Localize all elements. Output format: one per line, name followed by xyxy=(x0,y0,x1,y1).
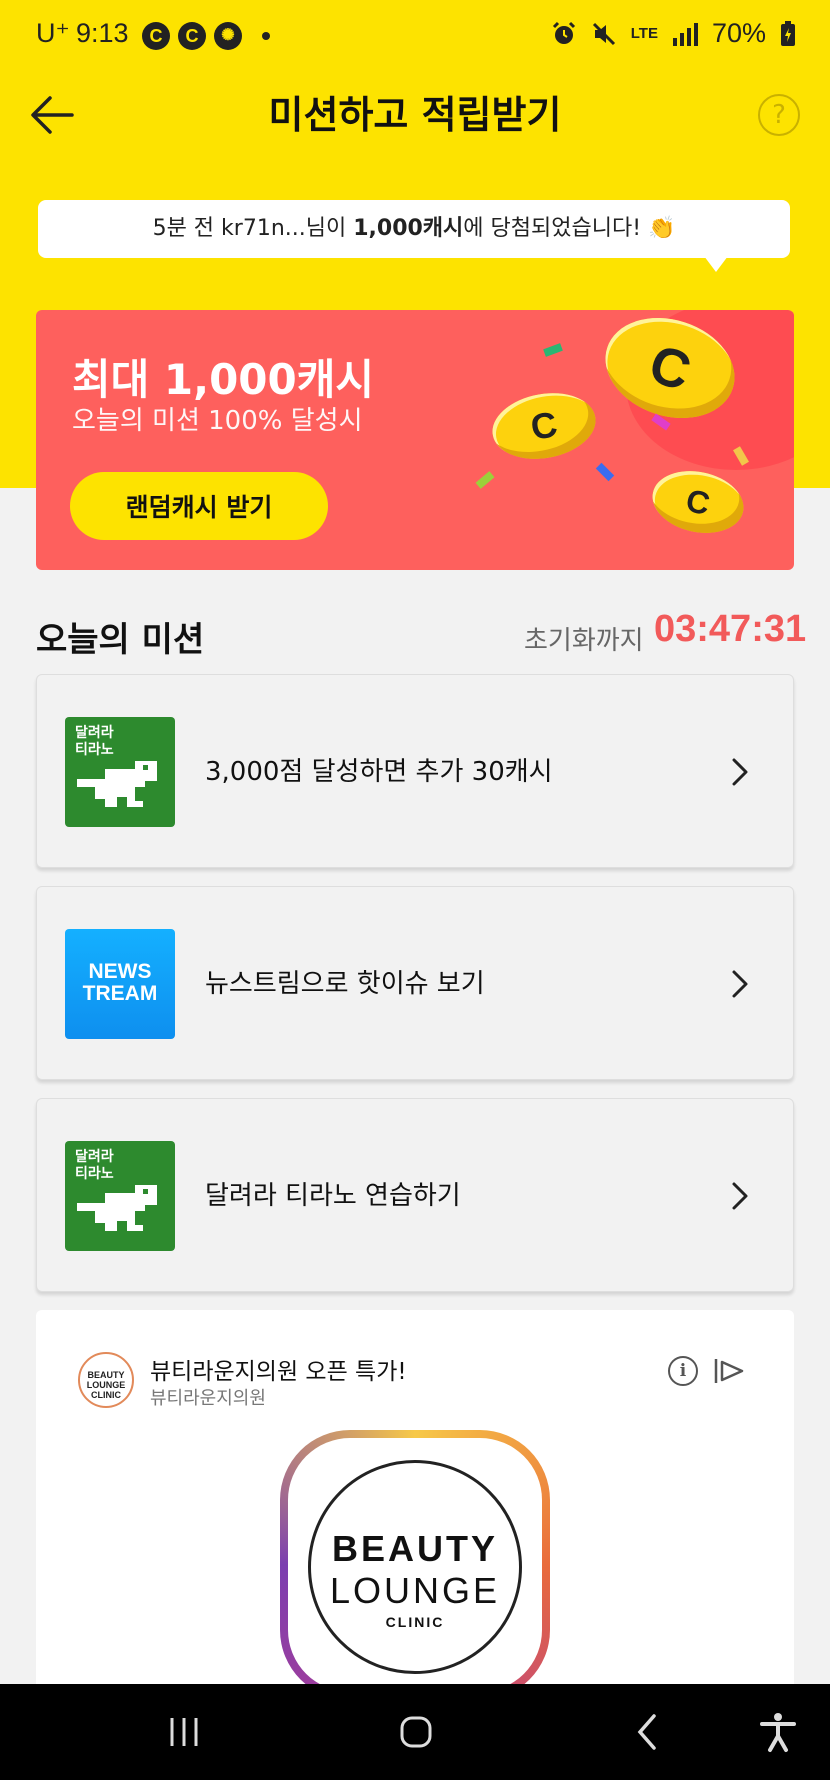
battery-percent: 70% xyxy=(711,18,766,48)
logo-line1: BEAUTY xyxy=(331,1528,498,1569)
accessibility-icon[interactable] xyxy=(756,1710,800,1754)
status-time: 9:13 xyxy=(76,18,129,48)
ad-choices-icon[interactable] xyxy=(712,1356,746,1386)
status-right: LTE 70% xyxy=(551,18,796,49)
aperture-icon: ✺ xyxy=(214,22,242,50)
winner-notice: 5분 전 kr71n...님이 1,000캐시에 당첨되었습니다! 👏 xyxy=(38,200,790,258)
logo-line3: CLINIC xyxy=(385,1614,445,1630)
dinosaur-icon xyxy=(77,761,157,807)
more-notifications-dot xyxy=(262,32,270,40)
ad-card[interactable]: BEAUTY LOUNGE CLINIC 뷰티라운지의원 오픈 특가! 뷰티라운… xyxy=(36,1310,794,1700)
advertiser-logo: BEAUTY LOUNGE CLINIC xyxy=(78,1352,134,1408)
confetti xyxy=(595,462,615,482)
ad-title: 뷰티라운지의원 오픈 특가! xyxy=(150,1359,407,1385)
promo-title: 최대 1,000캐시 xyxy=(72,355,375,404)
notification-c-icon: C xyxy=(178,22,206,50)
reset-timer: 03:47:31 xyxy=(654,608,807,650)
notice-suffix: 에 당첨되었습니다! 👏 xyxy=(463,216,676,241)
status-bar: U⁺ 9:13 C C ✺ LTE 70% xyxy=(0,0,830,72)
coin-icon: C xyxy=(646,463,750,541)
system-nav-bar xyxy=(0,1684,830,1780)
mission-card[interactable]: NEWS TREAM 뉴스트림으로 핫이슈 보기 xyxy=(36,886,794,1080)
coin-icon: C xyxy=(487,385,601,467)
missions-title: 오늘의 미션 xyxy=(36,620,205,660)
alarm-icon xyxy=(552,21,575,44)
dinosaur-icon xyxy=(77,1185,157,1231)
notice-amount: 1,000캐시 xyxy=(353,216,464,241)
mission-label: 뉴스트림으로 핫이슈 보기 xyxy=(205,969,485,999)
thumb-text: NEWS TREAM xyxy=(82,960,158,1005)
chevron-right-icon xyxy=(732,970,748,998)
confetti xyxy=(475,471,495,489)
signal-icon xyxy=(672,22,698,46)
reset-label: 초기화까지 xyxy=(524,626,644,656)
notice-prefix: 5분 전 kr71n...님이 xyxy=(152,216,354,241)
notice-tail xyxy=(704,256,728,272)
back-nav-icon[interactable] xyxy=(626,1710,670,1754)
chevron-right-icon xyxy=(732,1182,748,1210)
mute-icon xyxy=(592,22,615,45)
battery-icon xyxy=(781,20,795,46)
ad-image: BEAUTY LOUNGE CLINIC xyxy=(280,1430,550,1700)
mission-card[interactable]: 달려라 티라노 3,000점 달성하면 추가 30캐시 xyxy=(36,674,794,868)
recent-apps-icon[interactable] xyxy=(162,1710,206,1754)
random-cash-button[interactable]: 랜덤캐시 받기 xyxy=(70,472,328,540)
notification-c-icon: C xyxy=(142,22,170,50)
network-type: LTE xyxy=(630,24,658,42)
help-icon[interactable]: ? xyxy=(758,94,800,136)
logo-line2: LOUNGE xyxy=(329,1570,501,1611)
chevron-right-icon xyxy=(732,758,748,786)
newstream-icon: NEWS TREAM xyxy=(65,929,175,1039)
confetti xyxy=(543,343,563,357)
ad-info-icon[interactable]: i xyxy=(668,1356,698,1386)
tirano-game-icon: 달려라 티라노 xyxy=(65,1141,175,1251)
promo-banner: 최대 1,000캐시 오늘의 미션 100% 달성시 랜덤캐시 받기 C C C xyxy=(36,310,794,570)
home-icon[interactable] xyxy=(394,1710,438,1754)
carrier-label: U⁺ xyxy=(36,18,70,48)
tirano-game-icon: 달려라 티라노 xyxy=(65,717,175,827)
promo-subtitle: 오늘의 미션 100% 달성시 xyxy=(72,406,363,436)
mission-label: 3,000점 달성하면 추가 30캐시 xyxy=(205,757,553,787)
mission-card[interactable]: 달려라 티라노 달려라 티라노 연습하기 xyxy=(36,1098,794,1292)
page-title: 미션하고 적립받기 xyxy=(268,93,562,137)
ad-sponsor: 뷰티라운지의원 xyxy=(150,1388,266,1409)
mission-label: 달려라 티라노 연습하기 xyxy=(205,1181,461,1211)
